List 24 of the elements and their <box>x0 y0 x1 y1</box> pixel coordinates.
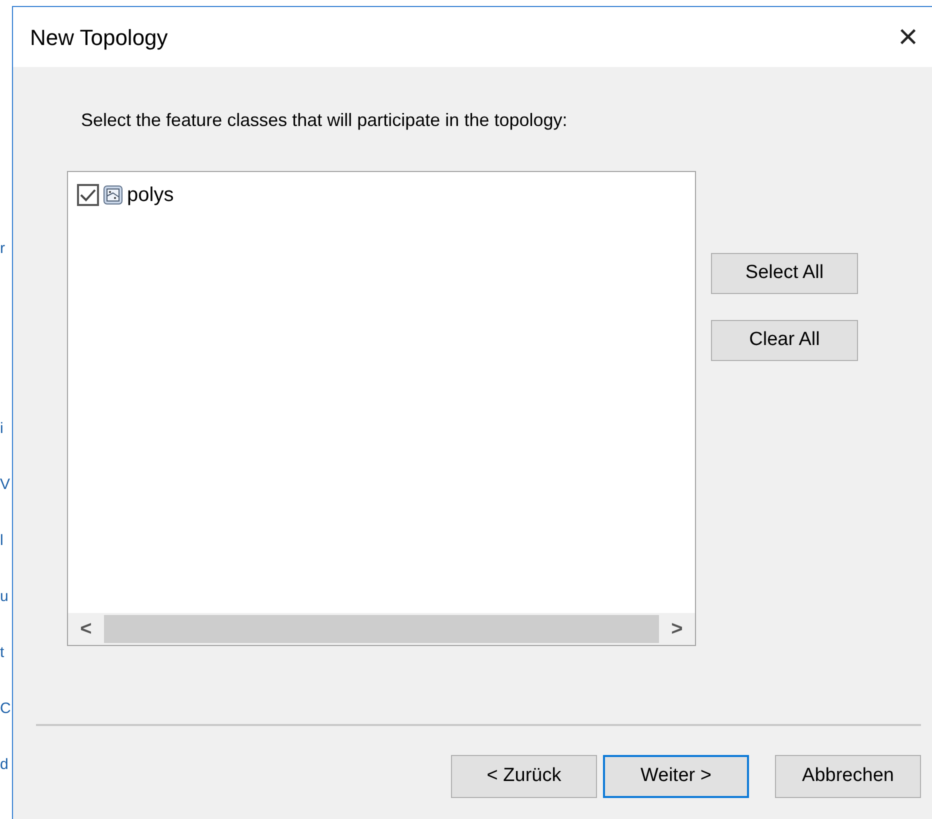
background-text: C <box>0 699 11 719</box>
scroll-left-button[interactable]: < <box>68 614 104 644</box>
background-text: u <box>0 587 8 607</box>
scroll-right-button[interactable]: > <box>659 614 695 644</box>
footer-button[interactable]: Weiter > <box>603 755 749 798</box>
side-button[interactable]: Select All <box>711 253 858 294</box>
side-button[interactable]: Clear All <box>711 320 858 361</box>
feature-class-name[interactable]: polys <box>127 180 174 210</box>
instruction-text: Select the feature classes that will participate in the topology: <box>81 110 568 130</box>
scrollbar-thumb[interactable] <box>104 615 659 643</box>
background-text: t <box>0 643 4 663</box>
footer-button[interactable]: < Zurück <box>451 755 597 798</box>
close-button[interactable]: × <box>894 20 922 54</box>
checkbox[interactable] <box>77 184 99 206</box>
check-icon <box>80 188 96 202</box>
background-text: i <box>0 419 4 439</box>
background-text: r <box>0 239 5 259</box>
window-title: New Topology <box>30 24 168 52</box>
footer-button[interactable]: Abbrechen <box>775 755 921 798</box>
background-text: V <box>0 475 10 495</box>
polygon-layer-icon <box>103 185 123 205</box>
horizontal-scrollbar[interactable]: < > <box>68 613 695 645</box>
background-text: l <box>0 531 4 551</box>
background-text: d <box>0 755 8 775</box>
